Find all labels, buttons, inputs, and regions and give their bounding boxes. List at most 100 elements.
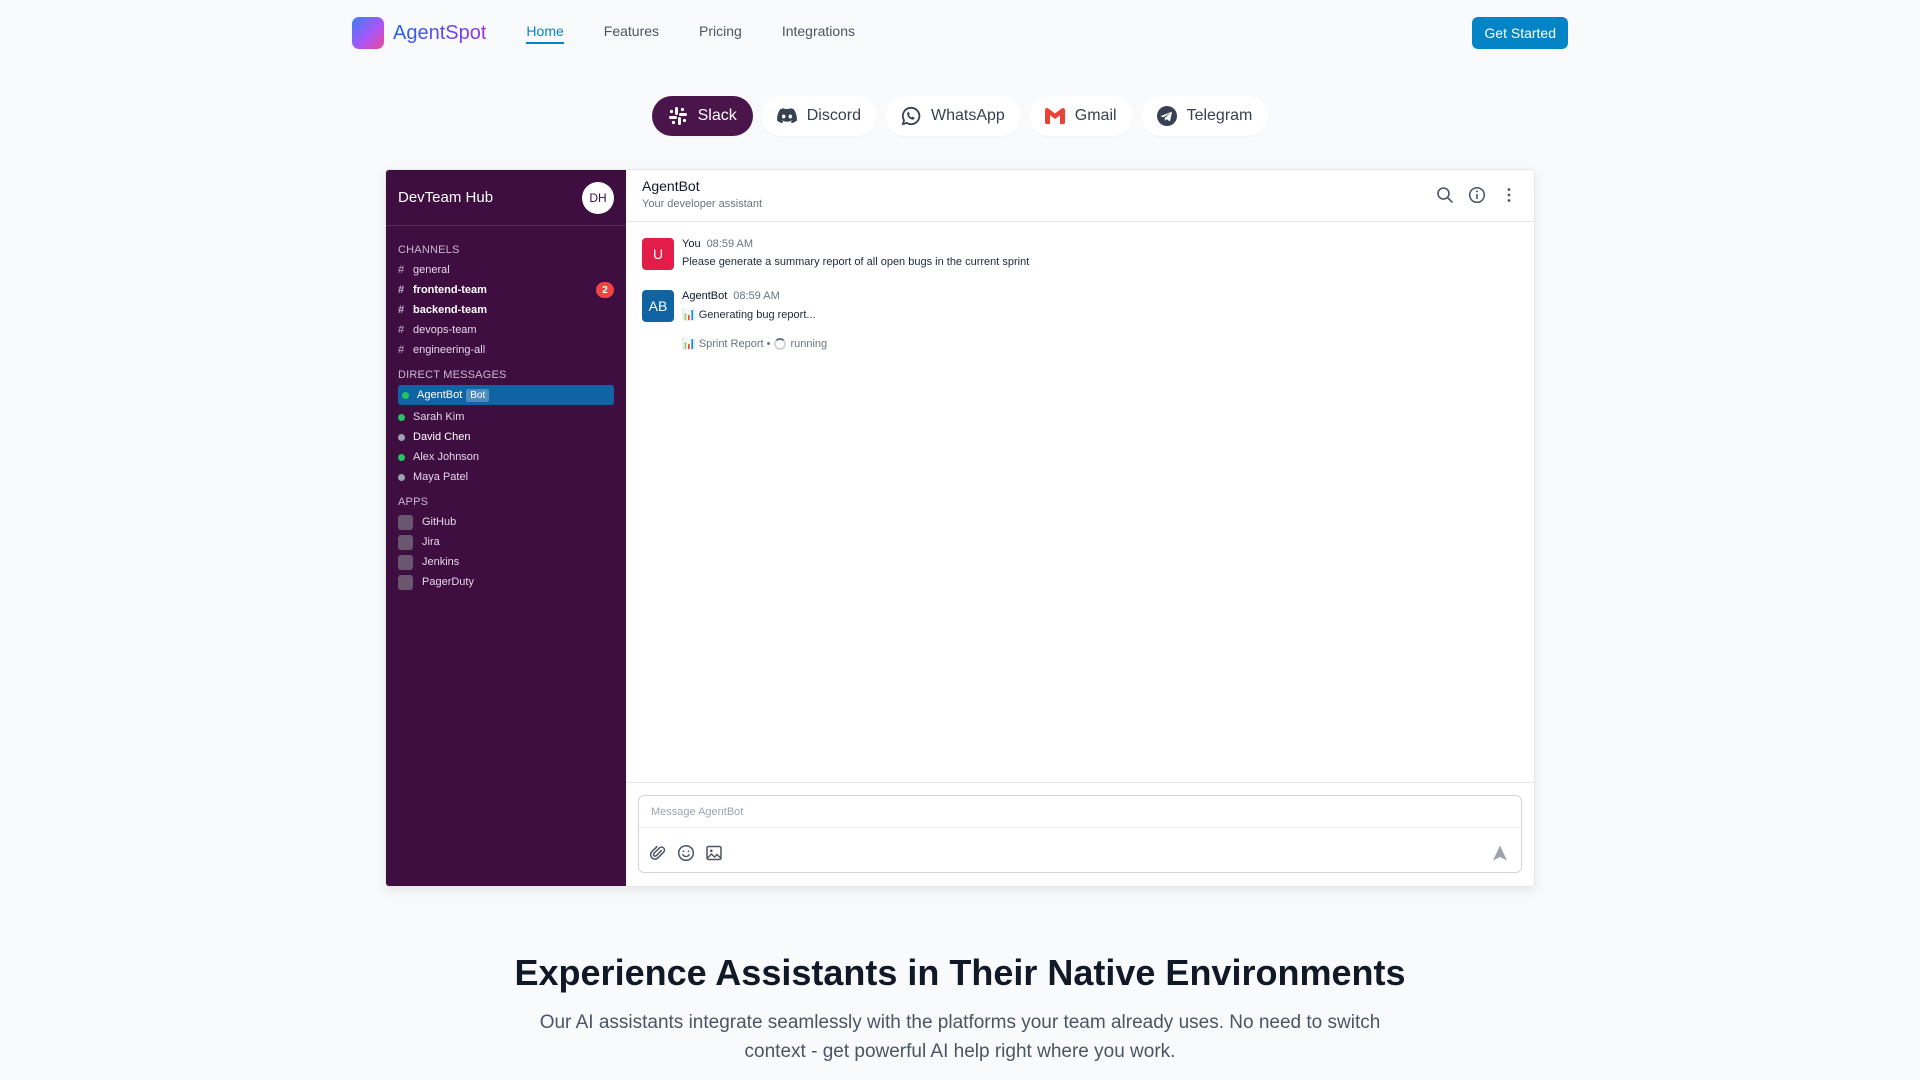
- channel-item-engineering-all[interactable]: # engineering-all: [386, 340, 626, 360]
- workspace-name: DevTeam Hub: [398, 189, 494, 206]
- workspace-header[interactable]: DevTeam Hub DH: [386, 170, 626, 226]
- offline-status-dot: [398, 433, 405, 441]
- unread-badge: 2: [596, 282, 614, 298]
- top-navigation: AgentSpot Home Features Pricing Integrat…: [352, 15, 1568, 51]
- app-icon: [398, 514, 413, 530]
- channel-item-devops-team[interactable]: # devops-team: [386, 320, 626, 340]
- slack-window: DevTeam Hub DH CHANNELS # general # fron…: [385, 169, 1535, 887]
- loading-spinner-icon: [774, 337, 787, 350]
- hero-title: Experience Assistants in Their Native En…: [514, 952, 1406, 993]
- channel-hash: #: [398, 284, 405, 296]
- telegram-icon: [1156, 106, 1177, 126]
- user-avatar: U: [642, 238, 674, 270]
- channel-item-frontend-team[interactable]: # frontend-team 2: [386, 280, 626, 300]
- dm-name: David Chen: [413, 431, 471, 443]
- online-status-dot: [398, 453, 405, 461]
- app-name: Jenkins: [422, 556, 460, 568]
- dm-name: AgentBot: [417, 389, 463, 401]
- gmail-icon: [1044, 106, 1065, 126]
- message-composer: [638, 795, 1522, 873]
- dm-name: Alex Johnson: [413, 451, 480, 463]
- send-icon[interactable]: [1491, 844, 1509, 862]
- offline-status-dot: [398, 473, 405, 481]
- channel-name: backend-team: [413, 304, 487, 316]
- more-options-icon[interactable]: [1500, 186, 1518, 204]
- info-icon[interactable]: [1468, 186, 1486, 204]
- app-item-jira[interactable]: Jira: [386, 532, 626, 552]
- dm-item-david-chen[interactable]: David Chen: [386, 427, 626, 447]
- app-icon: [398, 554, 413, 570]
- message-item: U You 08:59 AM Please generate a summary …: [642, 238, 1518, 270]
- hero-subtitle: Our AI assistants integrate seamlessly w…: [539, 1012, 1381, 1062]
- tab-label: Gmail: [1074, 107, 1117, 124]
- nav-link-features[interactable]: Features: [604, 23, 659, 44]
- attachment-icon[interactable]: [649, 844, 667, 862]
- message-input[interactable]: [639, 796, 1521, 828]
- message-list: U You 08:59 AM Please generate a summary …: [626, 222, 1534, 782]
- platform-tabs: Slack Discord WhatsApp Gmail Telegram: [0, 96, 1920, 136]
- get-started-button[interactable]: Get Started: [1472, 17, 1568, 49]
- message-time: 08:59 AM: [706, 238, 754, 250]
- search-icon[interactable]: [1436, 186, 1454, 204]
- chat-title: AgentBot: [642, 178, 700, 194]
- composer-area: [626, 782, 1534, 886]
- app-icon: [398, 534, 413, 550]
- channel-name: devops-team: [413, 324, 477, 336]
- message-time: 08:59 AM: [733, 290, 780, 302]
- whatsapp-icon: [901, 106, 921, 126]
- message-author: AgentBot: [682, 290, 728, 302]
- dm-item-alex-johnson[interactable]: Alex Johnson: [386, 447, 626, 467]
- nav-link-pricing[interactable]: Pricing: [699, 23, 742, 44]
- dm-item-maya-patel[interactable]: Maya Patel: [386, 467, 626, 487]
- nav-link-integrations[interactable]: Integrations: [782, 23, 855, 44]
- tab-gmail[interactable]: Gmail: [1028, 96, 1133, 136]
- app-item-jenkins[interactable]: Jenkins: [386, 552, 626, 572]
- channel-hash: #: [398, 324, 405, 336]
- tab-slack[interactable]: Slack: [651, 96, 753, 136]
- chat-subtitle: Your developer assistant: [642, 198, 763, 210]
- online-status-dot: [402, 391, 409, 399]
- dm-name: Sarah Kim: [413, 411, 465, 423]
- dm-name: Maya Patel: [413, 471, 469, 483]
- tab-whatsapp[interactable]: WhatsApp: [884, 96, 1021, 136]
- app-name: Jira: [422, 536, 440, 548]
- tab-label: Telegram: [1186, 107, 1253, 124]
- emoji-icon[interactable]: [677, 844, 695, 862]
- discord-icon: [776, 106, 797, 126]
- brand-name: AgentSpot: [393, 21, 487, 44]
- tab-discord[interactable]: Discord: [760, 96, 877, 136]
- image-icon[interactable]: [705, 844, 723, 862]
- channels-section-title: CHANNELS: [398, 244, 460, 256]
- nav-links: Home Features Pricing Integrations: [526, 23, 895, 44]
- tool-status-line: 📊 Sprint Report • running: [682, 337, 827, 350]
- channel-name: general: [413, 264, 450, 276]
- app-name: GitHub: [422, 516, 457, 528]
- channel-hash: #: [398, 344, 405, 356]
- tool-name: 📊 Sprint Report •: [682, 338, 771, 350]
- dm-item-sarah-kim[interactable]: Sarah Kim: [386, 407, 626, 427]
- app-item-github[interactable]: GitHub: [386, 512, 626, 532]
- message-author: You: [682, 238, 701, 250]
- tab-telegram[interactable]: Telegram: [1140, 96, 1269, 136]
- bot-tag: Bot: [466, 388, 490, 402]
- channel-name: engineering-all: [413, 344, 486, 356]
- nav-link-home[interactable]: Home: [526, 23, 564, 44]
- channel-item-general[interactable]: # general: [386, 260, 626, 280]
- channel-hash: #: [398, 264, 405, 276]
- brand-logo[interactable]: AgentSpot: [352, 17, 486, 49]
- chat-header: AgentBot Your developer assistant: [626, 170, 1534, 222]
- workspace-sidebar: DevTeam Hub DH CHANNELS # general # fron…: [386, 170, 626, 886]
- dm-item-agentbot[interactable]: AgentBot Bot: [398, 385, 614, 405]
- dm-section-title: DIRECT MESSAGES: [398, 369, 507, 381]
- message-text: Please generate a summary report of all …: [682, 256, 1030, 268]
- tab-label: WhatsApp: [930, 107, 1005, 124]
- slack-icon: [668, 106, 688, 126]
- tab-label: Discord: [806, 107, 861, 124]
- tool-status: running: [790, 337, 828, 350]
- app-item-pagerduty[interactable]: PagerDuty: [386, 572, 626, 592]
- workspace-avatar[interactable]: DH: [582, 181, 614, 214]
- channel-hash: #: [398, 304, 405, 316]
- channel-item-backend-team[interactable]: # backend-team: [386, 300, 626, 320]
- tab-label: Slack: [697, 107, 737, 124]
- online-status-dot: [398, 413, 405, 421]
